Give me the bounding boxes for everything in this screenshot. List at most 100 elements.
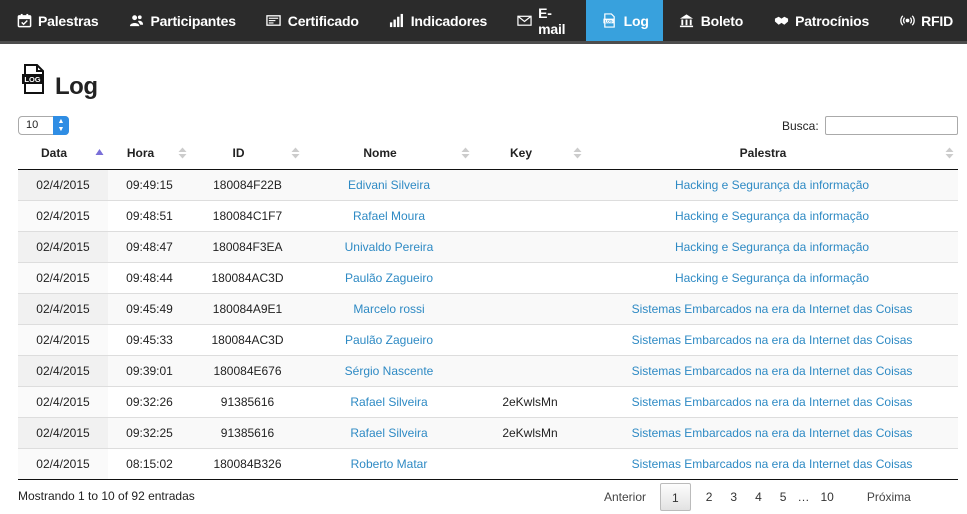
cell-nome[interactable]: Paulão Zagueiro	[304, 261, 474, 293]
cell-key	[474, 230, 586, 262]
column-header-palestra[interactable]: Palestra	[586, 138, 958, 170]
pagination-page-5[interactable]: 5	[771, 483, 796, 511]
cell-nome[interactable]: Sérgio Nascente	[304, 354, 474, 386]
cell-hora: 09:32:25	[108, 416, 191, 448]
column-header-nome[interactable]: Nome	[304, 138, 474, 170]
column-header-hora[interactable]: Hora	[108, 138, 191, 170]
pagination-ellipsis: …	[797, 490, 810, 504]
column-header-data[interactable]: Data	[18, 138, 108, 170]
sort-both-icon	[461, 147, 470, 159]
table-row: 02/4/2015 09:32:26 91385616 Rafael Silveira…	[18, 385, 958, 417]
cell-palestra[interactable]: Sistemas Embarcados na era da Internet d…	[586, 292, 958, 324]
search-label: Busca:	[782, 119, 819, 133]
nav-list: Palestras Participantes Certificado Indicad…	[0, 0, 967, 41]
pagination-page-2[interactable]: 2	[697, 483, 722, 511]
cell-key	[474, 292, 586, 324]
nav-item-participantes[interactable]: Participantes	[112, 0, 249, 41]
column-header-label: Key	[509, 146, 532, 161]
column-header-id[interactable]: ID	[191, 138, 304, 170]
nav-item-boleto[interactable]: Boleto	[663, 0, 757, 41]
pagination-page-3[interactable]: 3	[721, 483, 746, 511]
cell-nome[interactable]: Univaldo Pereira	[304, 230, 474, 262]
cell-nome[interactable]: Rafael Moura	[304, 199, 474, 231]
cell-nome[interactable]: Paulão Zagueiro	[304, 323, 474, 355]
cell-palestra[interactable]: Hacking e Segurança da informação	[586, 261, 958, 293]
column-header-label: Hora	[126, 146, 155, 161]
cell-nome[interactable]: Edivani Silveira	[304, 168, 474, 200]
nav-item-label: RFID	[921, 12, 953, 29]
cell-hora: 08:15:02	[108, 447, 191, 480]
cell-palestra[interactable]: Sistemas Embarcados na era da Internet d…	[586, 447, 958, 480]
nav-item-e-mail[interactable]: E-mail	[501, 0, 586, 41]
nav-item-palestras[interactable]: Palestras	[0, 0, 112, 41]
cell-palestra[interactable]: Hacking e Segurança da informação	[586, 168, 958, 200]
cell-hora: 09:45:33	[108, 323, 191, 355]
cell-nome[interactable]: Rafael Silveira	[304, 416, 474, 448]
nav-item-label: Indicadores	[410, 12, 488, 29]
bank-icon	[679, 13, 695, 29]
cell-palestra[interactable]: Sistemas Embarcados na era da Internet d…	[586, 354, 958, 386]
sort-both-icon	[291, 147, 300, 159]
svg-text:LOG: LOG	[24, 75, 40, 84]
cell-data: 02/4/2015	[18, 354, 108, 386]
nav-item-log[interactable]: LOG Log	[585, 0, 663, 41]
table-row: 02/4/2015 09:39:01 180084E676 Sérgio Nascen…	[18, 354, 958, 386]
nav-item-indicadores[interactable]: Indicadores	[373, 0, 501, 41]
nav-item-certificado[interactable]: Certificado	[250, 0, 373, 41]
column-header-key[interactable]: Key	[474, 138, 586, 170]
cell-hora: 09:49:15	[108, 168, 191, 200]
cell-nome[interactable]: Rafael Silveira	[304, 385, 474, 417]
cell-palestra[interactable]: Sistemas Embarcados na era da Internet d…	[586, 416, 958, 448]
rfid-icon	[899, 13, 915, 29]
cell-key	[474, 354, 586, 386]
cell-data: 02/4/2015	[18, 261, 108, 293]
envelope-icon	[517, 13, 532, 29]
nav-item-rfid[interactable]: RFID	[883, 0, 967, 41]
cell-key	[474, 199, 586, 231]
cell-id: 180084F22B	[191, 168, 304, 200]
cell-hora: 09:32:26	[108, 385, 191, 417]
cell-id: 91385616	[191, 385, 304, 417]
column-header-label: ID	[232, 146, 245, 161]
svg-text:LOG: LOG	[605, 20, 613, 24]
cell-id: 91385616	[191, 416, 304, 448]
page-length-select[interactable]: 10 ▲ ▼	[18, 116, 69, 135]
pagination-page-4[interactable]: 4	[746, 483, 771, 511]
table-row: 02/4/2015 09:48:51 180084C1F7 Rafael Moura H…	[18, 199, 958, 231]
cell-palestra[interactable]: Sistemas Embarcados na era da Internet d…	[586, 323, 958, 355]
calendar-icon	[16, 13, 32, 29]
users-icon	[128, 13, 144, 29]
cell-nome[interactable]: Marcelo rossi	[304, 292, 474, 324]
table-body: 02/4/2015 09:49:15 180084F22B Edivani Silve…	[18, 168, 958, 480]
table-row: 02/4/2015 09:48:47 180084F3EA Univaldo Pere…	[18, 230, 958, 262]
cell-data: 02/4/2015	[18, 323, 108, 355]
nav-item-patroc-nios[interactable]: Patrocínios	[757, 0, 883, 41]
sort-both-icon	[178, 147, 187, 159]
search-input[interactable]	[825, 116, 958, 135]
nav-item-label: Log	[623, 12, 649, 29]
cell-id: 180084A9E1	[191, 292, 304, 324]
cell-key	[474, 168, 586, 200]
handshake-icon	[773, 13, 789, 29]
nav-item-label: Palestras	[38, 12, 99, 29]
pagination-page-10[interactable]: 10	[811, 483, 842, 511]
cell-key: 2eKwlsMn	[474, 416, 586, 448]
cell-data: 02/4/2015	[18, 416, 108, 448]
cell-palestra[interactable]: Sistemas Embarcados na era da Internet d…	[586, 385, 958, 417]
pagination-page-1[interactable]: 1	[660, 483, 691, 511]
column-header-label: Palestra	[739, 146, 787, 161]
pagination-next-button[interactable]: Próxima	[843, 483, 915, 511]
top-navbar: Palestras Participantes Certificado Indicad…	[0, 0, 967, 44]
cell-palestra[interactable]: Hacking e Segurança da informação	[586, 230, 958, 262]
cell-palestra[interactable]: Hacking e Segurança da informação	[586, 199, 958, 231]
cell-hora: 09:45:49	[108, 292, 191, 324]
nav-item-label: Patrocínios	[795, 12, 870, 29]
log-file-icon: LOG	[602, 13, 618, 29]
column-header-label: Data	[40, 146, 67, 161]
nav-item-label: Participantes	[150, 12, 236, 29]
select-arrows-icon: ▲ ▼	[53, 116, 69, 135]
table-row: 02/4/2015 09:45:33 180084AC3D Paulão Zaguei…	[18, 323, 958, 355]
pagination-previous-button[interactable]: Anterior	[596, 483, 660, 511]
cell-nome[interactable]: Roberto Matar	[304, 447, 474, 480]
sort-both-icon	[945, 147, 954, 159]
